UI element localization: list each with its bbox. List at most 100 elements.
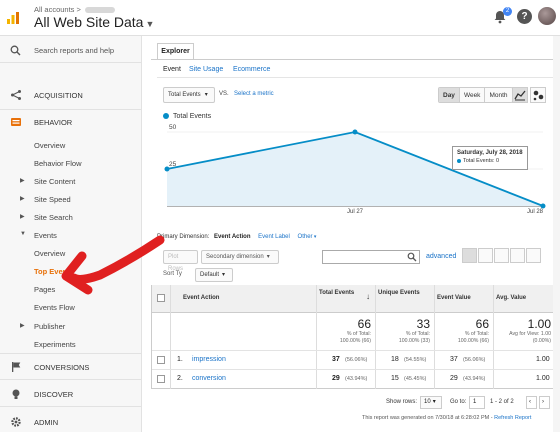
- subtab-event[interactable]: Event: [163, 66, 181, 73]
- y-tick-label: 50: [169, 124, 177, 131]
- select-all-checkbox[interactable]: [157, 294, 165, 302]
- column-header-event-value[interactable]: Event Value: [437, 295, 471, 301]
- advanced-filter-link[interactable]: advanced: [426, 253, 456, 260]
- avg-value-sub1: Avg for View: 1.00: [509, 331, 551, 337]
- sidebar-search[interactable]: Search reports and help: [0, 40, 142, 62]
- show-rows-label: Show rows:: [386, 399, 418, 405]
- avg-value-summary: 1.00 Avg for View: 1.00 (0.00%): [495, 317, 551, 345]
- next-page-button[interactable]: ›: [539, 396, 550, 409]
- pivot-view-icon[interactable]: [526, 248, 541, 263]
- row-unique-events: 15: [391, 375, 399, 382]
- goto-input[interactable]: 1: [469, 396, 485, 409]
- table-search-input[interactable]: [322, 250, 420, 264]
- sidebar-item-label: Top Events: [34, 267, 74, 276]
- day-button[interactable]: Day: [439, 88, 459, 102]
- primary-dimension-label: Primary Dimension:: [157, 234, 210, 240]
- event-value-summary: 66 % of Total: 100.00% (66): [436, 317, 489, 345]
- scrollbar[interactable]: [553, 36, 560, 432]
- row-event-value: 37: [450, 356, 458, 363]
- row-event-action-link[interactable]: impression: [192, 356, 226, 363]
- sidebar-section-label: ADMIN: [34, 418, 59, 427]
- plot-rows-button[interactable]: Plot Rows: [163, 250, 198, 272]
- sidebar-item-label: Pages: [34, 285, 56, 294]
- column-header-total-events[interactable]: Total Events: [319, 290, 354, 296]
- row-checkbox[interactable]: [157, 356, 165, 364]
- sidebar-item-label: Site Content: [34, 177, 76, 186]
- sort-type-value: Default: [200, 272, 220, 278]
- column-header-unique-events[interactable]: Unique Events: [378, 290, 420, 296]
- row-event-value-pct: (56.06%): [463, 357, 486, 363]
- event-value-total: 66: [475, 317, 489, 331]
- prev-page-button[interactable]: ‹: [526, 396, 537, 409]
- chevron-right-icon: ›: [542, 399, 544, 405]
- y-tick-label: 25: [169, 161, 177, 168]
- search-icon[interactable]: [407, 252, 417, 262]
- subtab-ecommerce[interactable]: Ecommerce: [233, 66, 270, 73]
- unique-events-summary: 33 % of Total: 100.00% (33): [377, 317, 430, 345]
- tooltip-dot: [457, 158, 461, 163]
- pagination-range: 1 - 2 of 2: [490, 399, 514, 405]
- page-title: All Web Site Data: [34, 14, 144, 30]
- expand-arrow-icon: ▶: [20, 214, 25, 220]
- line-chart-toggle-icon[interactable]: [512, 87, 528, 103]
- secondary-dimension-dropdown[interactable]: Secondary dimension ▾: [201, 250, 279, 264]
- sidebar-item-label: Site Search: [34, 213, 73, 222]
- subtab-divider: [157, 77, 553, 78]
- dimension-event-label[interactable]: Event Label: [258, 234, 290, 240]
- flag-icon: [12, 362, 21, 372]
- row-unique-pct: (54.55%): [404, 357, 427, 363]
- select-metric-link[interactable]: Select a metric: [234, 91, 274, 97]
- vs-label: VS.: [219, 91, 229, 97]
- week-button[interactable]: Week: [458, 88, 485, 102]
- month-button[interactable]: Month: [484, 88, 512, 102]
- metric-dropdown[interactable]: Total Events ▾: [163, 87, 215, 103]
- primary-dimension-bar: Primary Dimension: Event Action Event La…: [157, 234, 316, 240]
- avatar[interactable]: [538, 7, 556, 25]
- column-header-event-action[interactable]: Event Action: [183, 295, 219, 301]
- refresh-report-link[interactable]: Refresh Report: [494, 415, 531, 421]
- comparison-view-icon[interactable]: [510, 248, 525, 263]
- analytics-logo-icon[interactable]: [6, 11, 20, 25]
- blurred-account-name: [85, 7, 115, 14]
- motion-chart-toggle-icon[interactable]: [530, 87, 546, 103]
- property-selector[interactable]: All Web Site Data ▼: [34, 14, 154, 30]
- gear-icon: [11, 417, 21, 427]
- event-value-sub1: % of Total:: [464, 331, 489, 337]
- performance-view-icon[interactable]: [494, 248, 509, 263]
- sort-type-dropdown[interactable]: Default ▾: [195, 268, 233, 282]
- subtab-site-usage[interactable]: Site Usage: [189, 66, 223, 73]
- tab-explorer[interactable]: Explorer: [157, 43, 194, 60]
- total-events-summary: 66 % of Total: 100.00% (66): [318, 317, 371, 345]
- dimension-other[interactable]: Other: [298, 234, 313, 240]
- behavior-icon: [11, 118, 21, 126]
- sidebar-item-label: Publisher: [34, 322, 66, 331]
- row-event-action-link[interactable]: conversion: [192, 375, 226, 382]
- notification-badge: 2: [503, 7, 512, 16]
- sort-desc-icon[interactable]: ↓: [366, 292, 370, 301]
- report-generated-note: This report was generated on 7/30/18 at …: [362, 415, 531, 421]
- period-button-group: Day Week Month: [438, 87, 513, 103]
- row-checkbox[interactable]: [157, 375, 165, 383]
- sidebar-item-label: Overview: [34, 141, 66, 150]
- divider: [0, 379, 142, 380]
- help-icon[interactable]: ?: [517, 9, 532, 24]
- breadcrumb[interactable]: All accounts >: [34, 5, 115, 14]
- column-header-avg-value[interactable]: Avg. Value: [496, 295, 526, 301]
- total-events-sub2: 100.00% (66): [339, 338, 371, 344]
- chevron-down-icon: ▾: [266, 254, 270, 260]
- event-value-sub2: 100.00% (66): [457, 338, 489, 344]
- chevron-down-icon: ▼: [145, 19, 155, 29]
- row-index: 2.: [177, 375, 183, 382]
- divider: [0, 353, 142, 354]
- divider: [0, 406, 142, 407]
- show-rows-select[interactable]: 10 ▾: [420, 396, 442, 409]
- table-view-icon[interactable]: [462, 248, 477, 263]
- row-unique-events: 18: [391, 356, 399, 363]
- pie-view-icon[interactable]: [478, 248, 493, 263]
- dimension-event-action[interactable]: Event Action: [214, 234, 250, 240]
- goto-label: Go to:: [450, 399, 467, 405]
- sidebar-item-audience-clipped: [0, 64, 142, 70]
- data-point: [540, 203, 546, 209]
- show-rows-value: 10: [424, 399, 431, 405]
- total-events-sub1: % of Total:: [346, 331, 371, 337]
